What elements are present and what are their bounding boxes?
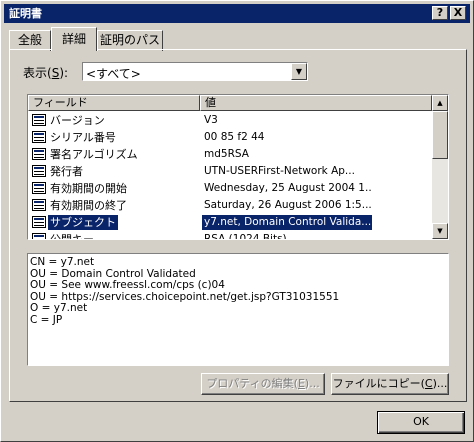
field-name: 署名アルゴリズム: [50, 148, 138, 161]
show-label-end: ):: [59, 66, 69, 80]
copy-to-file-key: C: [424, 377, 433, 390]
list-header: フィールド 値: [28, 95, 432, 111]
title-bar[interactable]: 証明書 ? X: [4, 4, 470, 23]
show-label-text: 表示(: [23, 66, 52, 80]
list-item-selected[interactable]: サブジェクト y7.net, Domain Control Valida...: [28, 214, 432, 231]
certificate-field-icon: [32, 199, 46, 211]
tab-general[interactable]: 全般: [9, 30, 51, 51]
list-item[interactable]: バージョン V3: [28, 112, 432, 129]
list-item[interactable]: 公開キー RSA (1024 Bits): [28, 231, 432, 240]
list-item[interactable]: シリアル番号 00 85 f2 44: [28, 129, 432, 146]
field-name: バージョン: [50, 114, 105, 127]
field-value: md5RSA: [204, 148, 249, 160]
detail-line: OU = https://services.choicepoint.net/ge…: [30, 290, 340, 303]
show-select[interactable]: <すべて> ▼: [82, 62, 308, 81]
field-value: y7.net, Domain Control Valida...: [202, 215, 372, 230]
column-header-field[interactable]: フィールド: [28, 95, 200, 111]
certificate-field-icon: [32, 131, 46, 143]
field-name: 有効期間の終了: [50, 199, 127, 212]
field-value: UTN-USERFirst-Network Ap...: [204, 165, 355, 177]
field-detail-text[interactable]: CN = y7.net OU = Domain Control Validate…: [27, 253, 449, 366]
list-item[interactable]: 発行者 UTN-USERFirst-Network Ap...: [28, 163, 432, 180]
column-header-value[interactable]: 値: [200, 95, 432, 111]
scroll-up-icon[interactable]: ▲: [432, 95, 448, 111]
chevron-down-icon[interactable]: ▼: [291, 63, 307, 80]
field-name: 発行者: [50, 165, 83, 178]
list-scrollbar[interactable]: ▲ ▼: [432, 95, 448, 239]
copy-to-file-button[interactable]: ファイルにコピー(C)...: [331, 373, 449, 395]
certificate-field-icon: [32, 165, 46, 177]
list-item[interactable]: 有効期間の終了 Saturday, 26 August 2006 1:5...: [28, 197, 432, 214]
show-label: 表示(S):: [23, 64, 68, 81]
tab-certification-path[interactable]: 証明のパス: [97, 30, 163, 51]
list-item[interactable]: 有効期間の開始 Wednesday, 25 August 2004 1...: [28, 180, 432, 197]
detail-line: O = y7.net: [30, 302, 88, 315]
certificate-field-icon: [32, 182, 46, 194]
certificate-field-icon: [32, 216, 46, 228]
ok-button[interactable]: OK: [377, 411, 465, 434]
tab-details[interactable]: 詳細: [51, 27, 97, 51]
field-value: Saturday, 26 August 2006 1:5...: [204, 199, 372, 211]
field-name: 公開キー: [50, 233, 94, 240]
close-button[interactable]: X: [450, 6, 466, 20]
field-value: 00 85 f2 44: [204, 131, 265, 143]
edit-properties-button[interactable]: プロパティの編集(E)...: [201, 373, 325, 395]
field-value: RSA (1024 Bits): [204, 233, 287, 240]
field-name: 有効期間の開始: [50, 182, 127, 195]
edit-properties-label-end: )...: [304, 377, 320, 390]
detail-line: C = JP: [30, 313, 63, 326]
certificate-field-icon: [32, 114, 46, 126]
field-name: シリアル番号: [50, 131, 116, 144]
list-item[interactable]: 署名アルゴリズム md5RSA: [28, 146, 432, 163]
scroll-down-icon[interactable]: ▼: [432, 223, 448, 239]
copy-to-file-label-end: )...: [432, 377, 448, 390]
fields-list[interactable]: フィールド 値 バージョン V3 シリアル番号 00 85 f2 44 署名アル…: [27, 94, 449, 240]
certificate-field-icon: [32, 148, 46, 160]
copy-to-file-label: ファイルにコピー(: [332, 377, 425, 390]
show-select-value: <すべて>: [86, 67, 141, 81]
window-title: 証明書: [9, 7, 42, 20]
help-button[interactable]: ?: [432, 6, 448, 20]
detail-line: CN = y7.net: [30, 256, 95, 268]
certificate-field-icon: [32, 233, 46, 239]
edit-properties-label: プロパティの編集(: [206, 377, 298, 390]
certificate-dialog: 証明書 ? X 全般 詳細 証明のパス 表示(S): <すべて> ▼ フィールド…: [0, 0, 474, 442]
scroll-thumb[interactable]: [432, 111, 448, 159]
field-name: サブジェクト: [48, 215, 118, 230]
edit-properties-key: E: [297, 377, 305, 390]
field-value: Wednesday, 25 August 2004 1...: [204, 182, 372, 194]
field-value: V3: [204, 114, 218, 126]
